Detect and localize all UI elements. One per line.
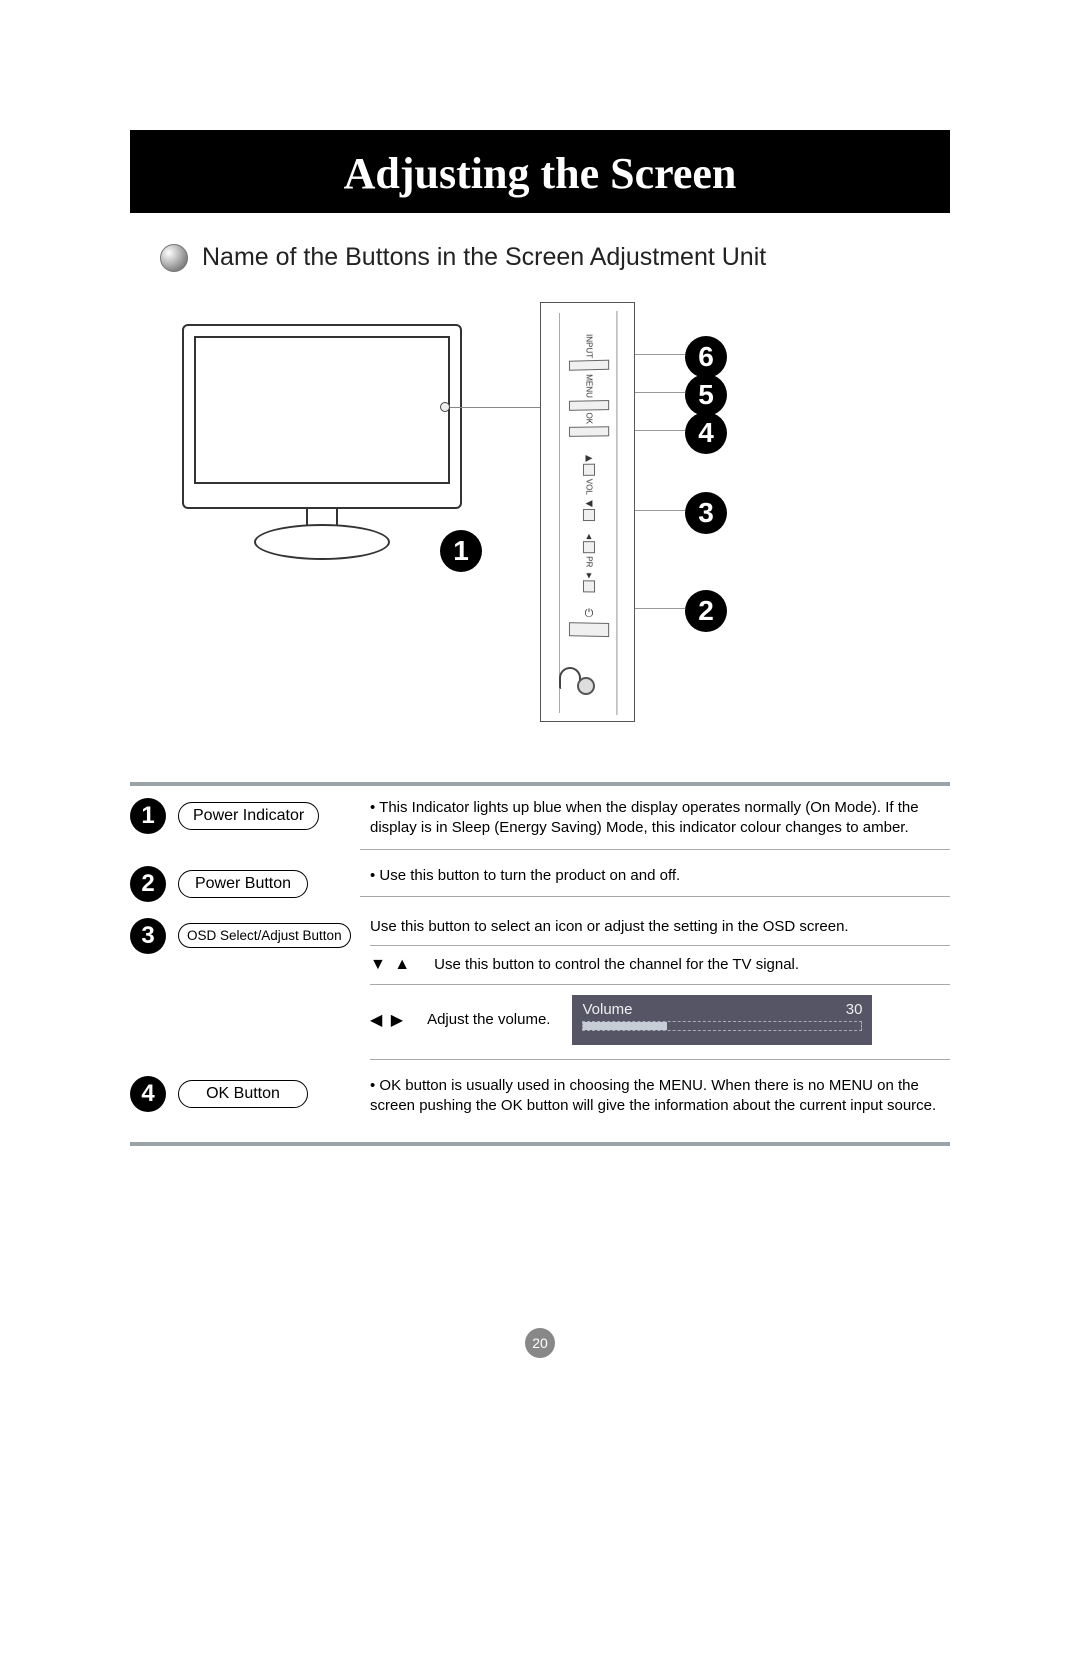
row2-label: Power Button — [178, 870, 308, 898]
callout-4-text: 4 — [698, 417, 714, 449]
row-power-indicator: 1 Power Indicator This Indicator lights … — [130, 798, 950, 858]
leftright-arrows-icon: ◀ ▶ — [370, 1010, 405, 1030]
subtitle-row: Name of the Buttons in the Screen Adjust… — [160, 243, 920, 272]
row-power-button: 2 Power Button Use this button to turn t… — [130, 866, 950, 910]
vol-up-icon: ▶ — [586, 453, 593, 464]
row4-num: 4 — [130, 1076, 166, 1112]
row1-left: 1 Power Indicator — [130, 798, 360, 834]
top-divider — [130, 782, 950, 786]
row3-num: 3 — [130, 918, 166, 954]
row1-label: Power Indicator — [178, 802, 319, 830]
lead-3 — [635, 510, 685, 511]
callout-3-text: 3 — [698, 497, 714, 529]
callout-4: 4 — [685, 412, 727, 454]
row3-desc-a: Use this button to select an icon or adj… — [370, 918, 849, 935]
panel-ok-row: OK — [568, 412, 610, 436]
row1-num: 1 — [130, 798, 166, 834]
panel-pr-up-button — [583, 541, 595, 553]
row-ok-button: 4 OK Button OK button is usually used in… — [130, 1076, 950, 1135]
updown-arrows-icon: ▼ ▲ — [370, 956, 412, 974]
row3-label: OSD Select/Adjust Button — [178, 923, 351, 948]
row3-desc-block: Use this button to select an icon or adj… — [360, 918, 950, 1060]
row1-desc-text: This Indicator lights up blue when the d… — [370, 799, 919, 836]
callout-2: 2 — [685, 590, 727, 632]
row3-desc-b: Use this button to control the channel f… — [434, 956, 799, 973]
callout-3: 3 — [685, 492, 727, 534]
section-subtitle: Name of the Buttons in the Screen Adjust… — [202, 243, 766, 272]
row1-num-text: 1 — [141, 802, 154, 830]
callout-1-text: 1 — [453, 535, 469, 567]
row3-num-text: 3 — [141, 922, 154, 950]
headphone-jack — [577, 677, 595, 695]
page-number-text: 20 — [532, 1335, 548, 1351]
row4-left: 4 OK Button — [130, 1076, 360, 1112]
row4-desc: OK button is usually used in choosing th… — [360, 1076, 950, 1127]
row4-num-text: 4 — [141, 1080, 154, 1108]
callout-1: 1 — [440, 530, 482, 572]
lead-line-indicator — [450, 407, 545, 408]
row3-desc-c: Adjust the volume. — [427, 1011, 550, 1028]
panel-vol-up-button — [583, 464, 595, 476]
row1-desc: This Indicator lights up blue when the d… — [360, 798, 950, 850]
volume-label: Volume — [582, 1001, 632, 1018]
volume-bar-fill — [583, 1022, 666, 1030]
row-osd-button: 3 OSD Select/Adjust Button Use this butt… — [130, 918, 950, 1068]
row4-desc-text: OK button is usually used in choosing th… — [370, 1077, 936, 1114]
panel-input-label: INPUT — [584, 334, 593, 358]
panel-vol-down-button — [583, 509, 595, 521]
panel-pr-label: PR — [584, 556, 593, 567]
volume-bar-track — [582, 1021, 862, 1031]
callout-5-text: 5 — [698, 379, 714, 411]
callout-2-text: 2 — [698, 595, 714, 627]
pr-up-icon: ▲ — [585, 531, 594, 541]
lead-4 — [635, 430, 685, 431]
indicator-dot — [440, 402, 450, 412]
row2-desc-text: Use this button to turn the product on a… — [370, 867, 680, 884]
panel-menu-row: MENU — [568, 374, 610, 411]
button-panel: INPUT MENU OK ▶ VOL ◀ ▲ PR — [540, 302, 635, 722]
lead-2 — [635, 608, 685, 609]
row2-num-text: 2 — [141, 870, 154, 898]
volume-value: 30 — [846, 1001, 863, 1018]
row4-label: OK Button — [178, 1080, 308, 1108]
row2-left: 2 Power Button — [130, 866, 360, 902]
monitor-base — [254, 524, 390, 560]
panel-inner: INPUT MENU OK ▶ VOL ◀ ▲ PR — [559, 311, 617, 715]
pr-down-icon: ▼ — [585, 570, 594, 580]
power-icon: ⏻ — [585, 607, 594, 620]
panel-power-button — [569, 622, 609, 637]
panel-input-button — [569, 360, 609, 371]
panel-ok-button — [569, 426, 609, 437]
panel-input-row: INPUT — [568, 333, 610, 370]
callout-6: 6 — [685, 336, 727, 378]
page-title: Adjusting the Screen — [344, 149, 737, 198]
bottom-divider — [130, 1142, 950, 1146]
panel-vol-label: VOL — [584, 479, 593, 495]
monitor-screen — [194, 336, 450, 484]
monitor-illustration — [182, 324, 462, 509]
panel-pr-down-button — [583, 580, 595, 592]
description-area: 1 Power Indicator This Indicator lights … — [130, 782, 950, 1146]
row2-num: 2 — [130, 866, 166, 902]
vol-down-icon: ◀ — [586, 498, 593, 509]
row2-desc: Use this button to turn the product on a… — [360, 866, 950, 897]
row3-left: 3 OSD Select/Adjust Button — [130, 918, 360, 954]
volume-osd-box: Volume 30 — [572, 995, 872, 1045]
panel-ok-label: OK — [584, 412, 593, 424]
lead-5 — [635, 392, 685, 393]
sphere-bullet-icon — [160, 244, 188, 272]
panel-power-row: ⏻ — [568, 607, 610, 637]
page-title-bar: Adjusting the Screen — [130, 130, 950, 213]
panel-menu-label: MENU — [584, 374, 593, 398]
page-number: 20 — [525, 1328, 555, 1358]
callout-6-text: 6 — [698, 341, 714, 373]
panel-vol-row: ▶ VOL ◀ — [568, 452, 610, 521]
callout-5: 5 — [685, 374, 727, 416]
diagram-zone: 1 INPUT MENU OK ▶ VOL ◀ — [130, 302, 950, 742]
panel-menu-button — [569, 400, 609, 411]
panel-pr-row: ▲ PR ▼ — [568, 531, 610, 593]
lead-6 — [635, 354, 685, 355]
